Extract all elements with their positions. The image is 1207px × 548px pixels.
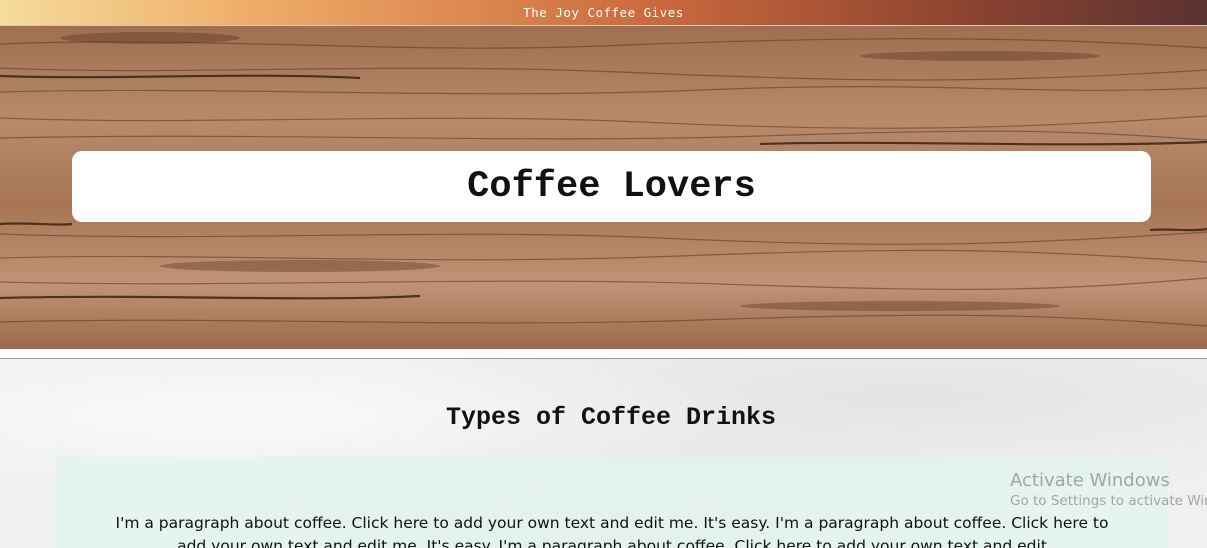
section-title: Types of Coffee Drinks (445, 403, 777, 432)
banner-text: The Joy Coffee Gives (523, 5, 684, 20)
watermark-title: Activate Windows (1010, 470, 1170, 491)
content-section: Types of Coffee Drinks I'm a paragraph a… (0, 359, 1207, 548)
page-title: Coffee Lovers (467, 165, 756, 208)
section-divider (0, 349, 1207, 359)
hero-banner: Coffee Lovers (0, 26, 1207, 349)
activate-windows-watermark: Activate Windows Go to Settings to activ… (1010, 470, 1207, 509)
text-panel: I'm a paragraph about coffee. Click here… (56, 457, 1167, 548)
watermark-subtitle: Go to Settings to activate Windows. (1010, 493, 1207, 509)
hero-title-card: Coffee Lovers (72, 151, 1151, 222)
coffee-paragraph[interactable]: I'm a paragraph about coffee. Click here… (112, 512, 1112, 548)
top-banner: The Joy Coffee Gives (0, 0, 1207, 26)
